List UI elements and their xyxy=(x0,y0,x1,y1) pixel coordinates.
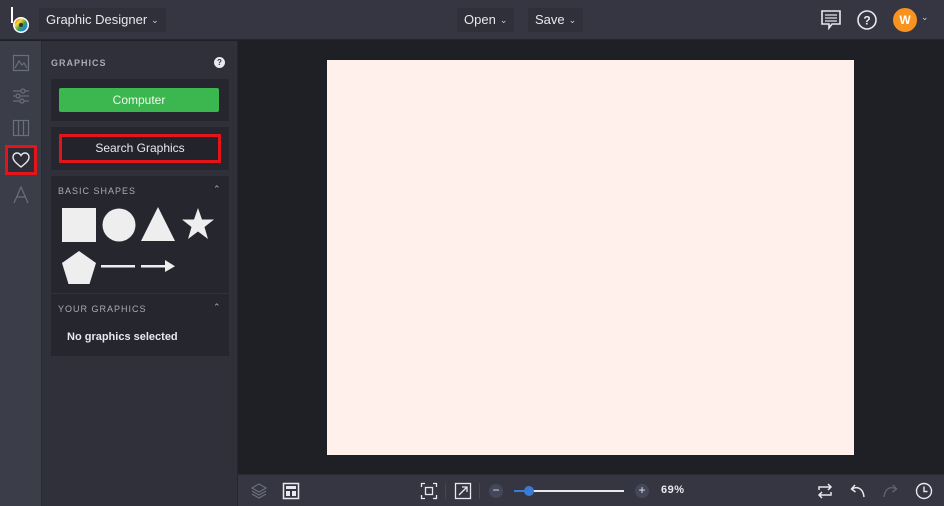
open-button[interactable]: Open ⌄ xyxy=(457,8,515,32)
redo-icon[interactable] xyxy=(881,482,899,500)
chevron-down-icon[interactable]: ⌄ xyxy=(921,12,929,23)
your-graphics-title: YOUR GRAPHICS xyxy=(58,304,147,314)
save-label: Save xyxy=(535,12,565,27)
chevron-down-icon: ⌄ xyxy=(568,15,577,25)
computer-button[interactable]: Computer xyxy=(59,88,219,112)
app-menu-button[interactable]: Graphic Designer ⌄ xyxy=(39,8,166,32)
canvas-workspace[interactable] xyxy=(238,41,944,474)
rail-item-layout[interactable] xyxy=(5,113,37,143)
open-label: Open xyxy=(464,12,496,27)
shape-circle[interactable] xyxy=(102,208,136,242)
zoom-level: 69% xyxy=(661,484,685,496)
rail-item-graphics[interactable] xyxy=(5,145,37,175)
undo-icon[interactable] xyxy=(849,482,867,500)
zoom-slider[interactable] xyxy=(514,486,624,496)
divider xyxy=(479,483,480,499)
search-graphics-button[interactable]: Search Graphics xyxy=(59,134,221,163)
logo-icon[interactable] xyxy=(9,6,33,34)
shape-star[interactable] xyxy=(181,207,215,241)
text-icon xyxy=(13,186,29,204)
zoom-in-button[interactable]: + xyxy=(635,484,649,498)
help-icon[interactable]: ? xyxy=(214,57,225,68)
shape-arrow[interactable] xyxy=(141,259,175,273)
rail-item-adjustments[interactable] xyxy=(5,81,37,111)
divider xyxy=(445,483,446,499)
app-menu-label: Graphic Designer xyxy=(46,12,148,27)
rail-item-text[interactable] xyxy=(5,180,37,210)
layout-icon[interactable] xyxy=(282,482,300,500)
layers-icon[interactable] xyxy=(250,482,268,500)
expand-icon[interactable] xyxy=(454,482,472,500)
chevron-down-icon: ⌄ xyxy=(151,15,159,25)
shape-pentagon[interactable] xyxy=(62,251,96,284)
chevron-up-icon[interactable]: ⌃ xyxy=(213,302,221,313)
panel-title: GRAPHICS xyxy=(51,58,107,68)
shape-square[interactable] xyxy=(62,208,96,242)
shape-line[interactable] xyxy=(101,263,135,269)
chevron-down-icon: ⌄ xyxy=(499,15,508,25)
zoom-slider-thumb[interactable] xyxy=(524,486,535,496)
sliders-icon xyxy=(13,88,29,104)
help-icon[interactable]: ? xyxy=(856,9,878,31)
chat-icon[interactable] xyxy=(820,9,842,31)
save-button[interactable]: Save ⌄ xyxy=(528,8,584,32)
top-bar: Graphic Designer ⌄ Open ⌄ Save ⌄ ? W ⌄ xyxy=(0,0,944,40)
heart-icon xyxy=(12,152,30,168)
chevron-up-icon[interactable]: ⌃ xyxy=(213,184,221,195)
computer-upload-box: Computer xyxy=(51,79,229,121)
rail-item-image[interactable] xyxy=(5,48,37,78)
bottom-toolbar: − + 69% xyxy=(238,474,944,506)
search-box: Search Graphics xyxy=(51,127,229,170)
shapes-box: BASIC SHAPES ⌃ YOUR GRAPHICS ⌃ No graphi… xyxy=(51,176,229,356)
graphics-panel: GRAPHICS ? Computer Search Graphics BASI… xyxy=(42,41,238,506)
shape-triangle[interactable] xyxy=(141,207,175,241)
columns-icon xyxy=(12,119,30,137)
divider xyxy=(51,293,229,294)
zoom-out-button[interactable]: − xyxy=(489,484,503,498)
artboard[interactable] xyxy=(327,60,854,455)
svg-text:?: ? xyxy=(863,14,870,28)
image-icon xyxy=(12,54,30,72)
tool-rail xyxy=(0,41,42,506)
basic-shapes-title: BASIC SHAPES xyxy=(58,186,137,196)
swap-icon[interactable] xyxy=(816,482,834,500)
fit-screen-icon[interactable] xyxy=(420,482,438,500)
history-icon[interactable] xyxy=(915,482,933,500)
avatar[interactable]: W xyxy=(893,8,917,32)
empty-graphics-text: No graphics selected xyxy=(67,331,178,343)
